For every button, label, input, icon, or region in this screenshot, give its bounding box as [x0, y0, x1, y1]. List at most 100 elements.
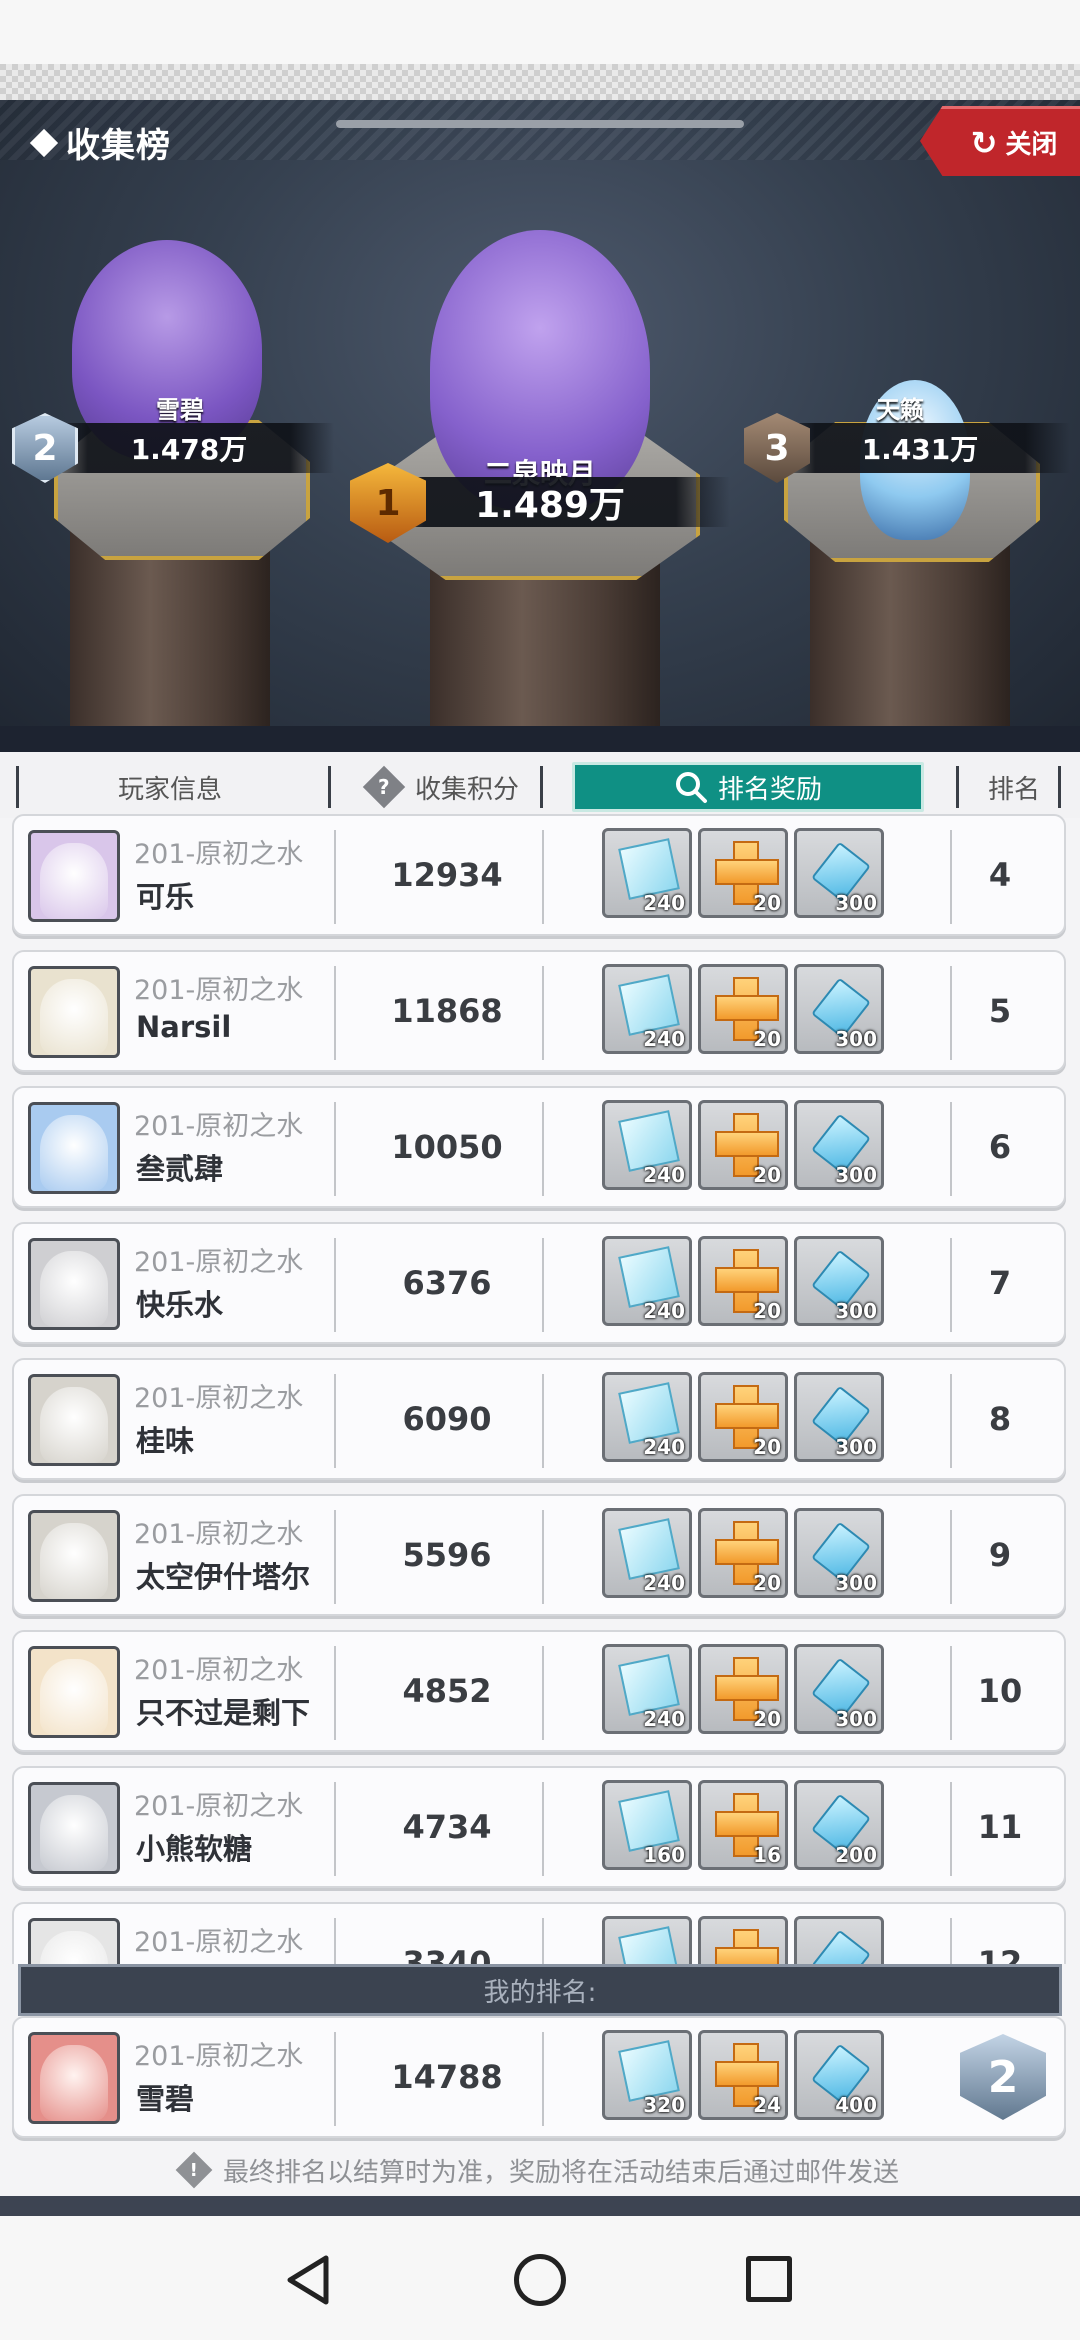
podium-2-name: 雪碧 — [156, 396, 204, 424]
my-rank-row[interactable]: 201-原初之水 雪碧 14788 320 24 400 2 — [12, 2016, 1066, 2138]
rank-number: 7 — [988, 1264, 1012, 1302]
reward-cross[interactable]: 20 — [698, 1644, 788, 1734]
rank-number: 5 — [988, 992, 1012, 1030]
avatar[interactable] — [28, 1374, 120, 1466]
reward-qty: 300 — [835, 1435, 877, 1459]
avatar[interactable] — [28, 966, 120, 1058]
reward-cube[interactable]: 240 — [602, 1508, 692, 1598]
tab-player-info[interactable]: 玩家信息 — [40, 762, 300, 812]
reward-cross[interactable]: 20 — [698, 1372, 788, 1462]
reward-cross[interactable]: 24 — [698, 2030, 788, 2120]
column-separator — [542, 1102, 544, 1196]
ranking-row[interactable]: 201-原初之水 桂味 6090 240 20 300 8 — [12, 1358, 1066, 1480]
ranking-row[interactable]: 201-原初之水 小熊软糖 4734 160 16 200 11 — [12, 1766, 1066, 1888]
reward-crystal[interactable]: 400 — [794, 2030, 884, 2120]
reward-cross[interactable]: 20 — [698, 1508, 788, 1598]
server-label: 201-原初之水 — [134, 1247, 304, 1278]
avatar[interactable] — [28, 830, 120, 922]
column-separator — [542, 1238, 544, 1332]
reward-qty: 20 — [753, 1435, 781, 1459]
reward-cube[interactable]: 240 — [602, 1372, 692, 1462]
help-icon[interactable]: ? — [362, 765, 406, 809]
player-name: 叁贰肆 — [136, 1152, 224, 1186]
reward-crystal[interactable]: 300 — [794, 1100, 884, 1190]
tab-rank-reward[interactable]: 排名奖励 — [572, 762, 924, 812]
avatar[interactable] — [28, 1918, 120, 1964]
avatar[interactable] — [28, 1782, 120, 1874]
avatar[interactable] — [28, 1510, 120, 1602]
nav-back-icon[interactable] — [284, 2254, 332, 2306]
reward-cross[interactable]: 20 — [698, 828, 788, 918]
ranking-row[interactable]: 201-原初之水 可乐 12934 240 20 300 4 — [12, 814, 1066, 936]
reward-cross[interactable]: 20 — [698, 964, 788, 1054]
player-name: 雪碧 — [136, 2082, 195, 2116]
reward-qty: 300 — [835, 1299, 877, 1323]
avatar[interactable] — [28, 2032, 120, 2124]
reward-cube[interactable] — [602, 1916, 692, 1964]
reward-crystal[interactable]: 300 — [794, 1236, 884, 1326]
server-label: 201-原初之水 — [134, 1383, 304, 1414]
reward-crystal[interactable]: 200 — [794, 1780, 884, 1870]
ranking-list[interactable]: 201-原初之水 可乐 12934 240 20 300 4 201-原初之水 Na… — [0, 814, 1080, 1964]
my-rank-medal-icon: 2 — [960, 2034, 1046, 2120]
reward-crystal[interactable]: 300 — [794, 1372, 884, 1462]
avatar[interactable] — [28, 1102, 120, 1194]
ranking-row[interactable]: 201-原初之水 Narsil 11868 240 20 300 5 — [12, 950, 1066, 1072]
reward-cube[interactable]: 240 — [602, 1644, 692, 1734]
column-separator — [334, 1646, 336, 1740]
ranking-row[interactable]: 201-原初之水 只不过是剩下 4852 240 20 300 10 — [12, 1630, 1066, 1752]
nav-home-icon[interactable] — [514, 2254, 566, 2306]
server-label: 201-原初之水 — [134, 1655, 304, 1686]
column-separator — [542, 1374, 544, 1468]
ranking-row[interactable]: 201-原初之水 3340 12 — [12, 1902, 1066, 1964]
reward-qty: 240 — [643, 1027, 685, 1051]
player-name: 小熊软糖 — [136, 1832, 253, 1866]
footer-band — [0, 2196, 1080, 2216]
pillar-left — [70, 530, 270, 752]
reward-crystal[interactable]: 300 — [794, 828, 884, 918]
tab-points[interactable]: ? 收集积分 — [344, 762, 544, 812]
ranking-row[interactable]: 201-原初之水 快乐水 6376 240 20 300 7 — [12, 1222, 1066, 1344]
nav-recent-icon[interactable] — [746, 2256, 792, 2302]
reward-crystal[interactable]: 300 — [794, 1508, 884, 1598]
reward-crystal[interactable] — [794, 1916, 884, 1964]
reward-cube[interactable]: 240 — [602, 828, 692, 918]
reward-cube[interactable]: 240 — [602, 1100, 692, 1190]
player-score: 6090 — [402, 1400, 492, 1438]
reward-crystal[interactable]: 300 — [794, 964, 884, 1054]
tab-separator — [956, 766, 959, 808]
reward-cross[interactable]: 16 — [698, 1780, 788, 1870]
android-nav-bar — [0, 2216, 1080, 2340]
tab-separator — [1058, 766, 1061, 808]
tab-rank-label: 排名 — [987, 774, 1040, 805]
pillar-right — [810, 530, 1010, 752]
drag-handle[interactable] — [336, 120, 744, 128]
reward-cube[interactable]: 320 — [602, 2030, 692, 2120]
reward-cross[interactable]: 20 — [698, 1100, 788, 1190]
ranking-row[interactable]: 201-原初之水 太空伊什塔尔 5596 240 20 300 9 — [12, 1494, 1066, 1616]
column-tabs: 玩家信息 ? 收集积分 排名奖励 排名 — [0, 752, 1080, 818]
reward-cross[interactable]: 20 — [698, 1236, 788, 1326]
board-title: 收集榜 — [29, 118, 171, 167]
close-button[interactable]: ↻ 关闭 — [920, 106, 1080, 176]
reward-cube[interactable]: 240 — [602, 1236, 692, 1326]
hero-bottom-band — [0, 726, 1080, 752]
reward-cube[interactable]: 240 — [602, 964, 692, 1054]
avatar[interactable] — [28, 1646, 120, 1738]
player-score: 4734 — [402, 1808, 492, 1846]
settlement-notice: ! 最终排名以结算时为准，奖励将在活动结束后通过邮件发送 — [0, 2148, 1080, 2192]
player-score: 14788 — [391, 2058, 503, 2096]
rank-number: 12 — [977, 1944, 1023, 1964]
column-separator — [542, 966, 544, 1060]
my-rank-header: 我的排名: — [18, 1964, 1062, 2016]
tab-rank[interactable]: 排名 — [964, 762, 1064, 812]
reward-cross[interactable] — [698, 1916, 788, 1964]
ranking-row[interactable]: 201-原初之水 叁贰肆 10050 240 20 300 6 — [12, 1086, 1066, 1208]
player-score: 10050 — [391, 1128, 503, 1166]
reward-crystal[interactable]: 300 — [794, 1644, 884, 1734]
player-score: 4852 — [402, 1672, 492, 1710]
tab-separator — [16, 766, 19, 808]
avatar[interactable] — [28, 1238, 120, 1330]
podium-1-rank: 1 — [375, 482, 401, 524]
reward-cube[interactable]: 160 — [602, 1780, 692, 1870]
